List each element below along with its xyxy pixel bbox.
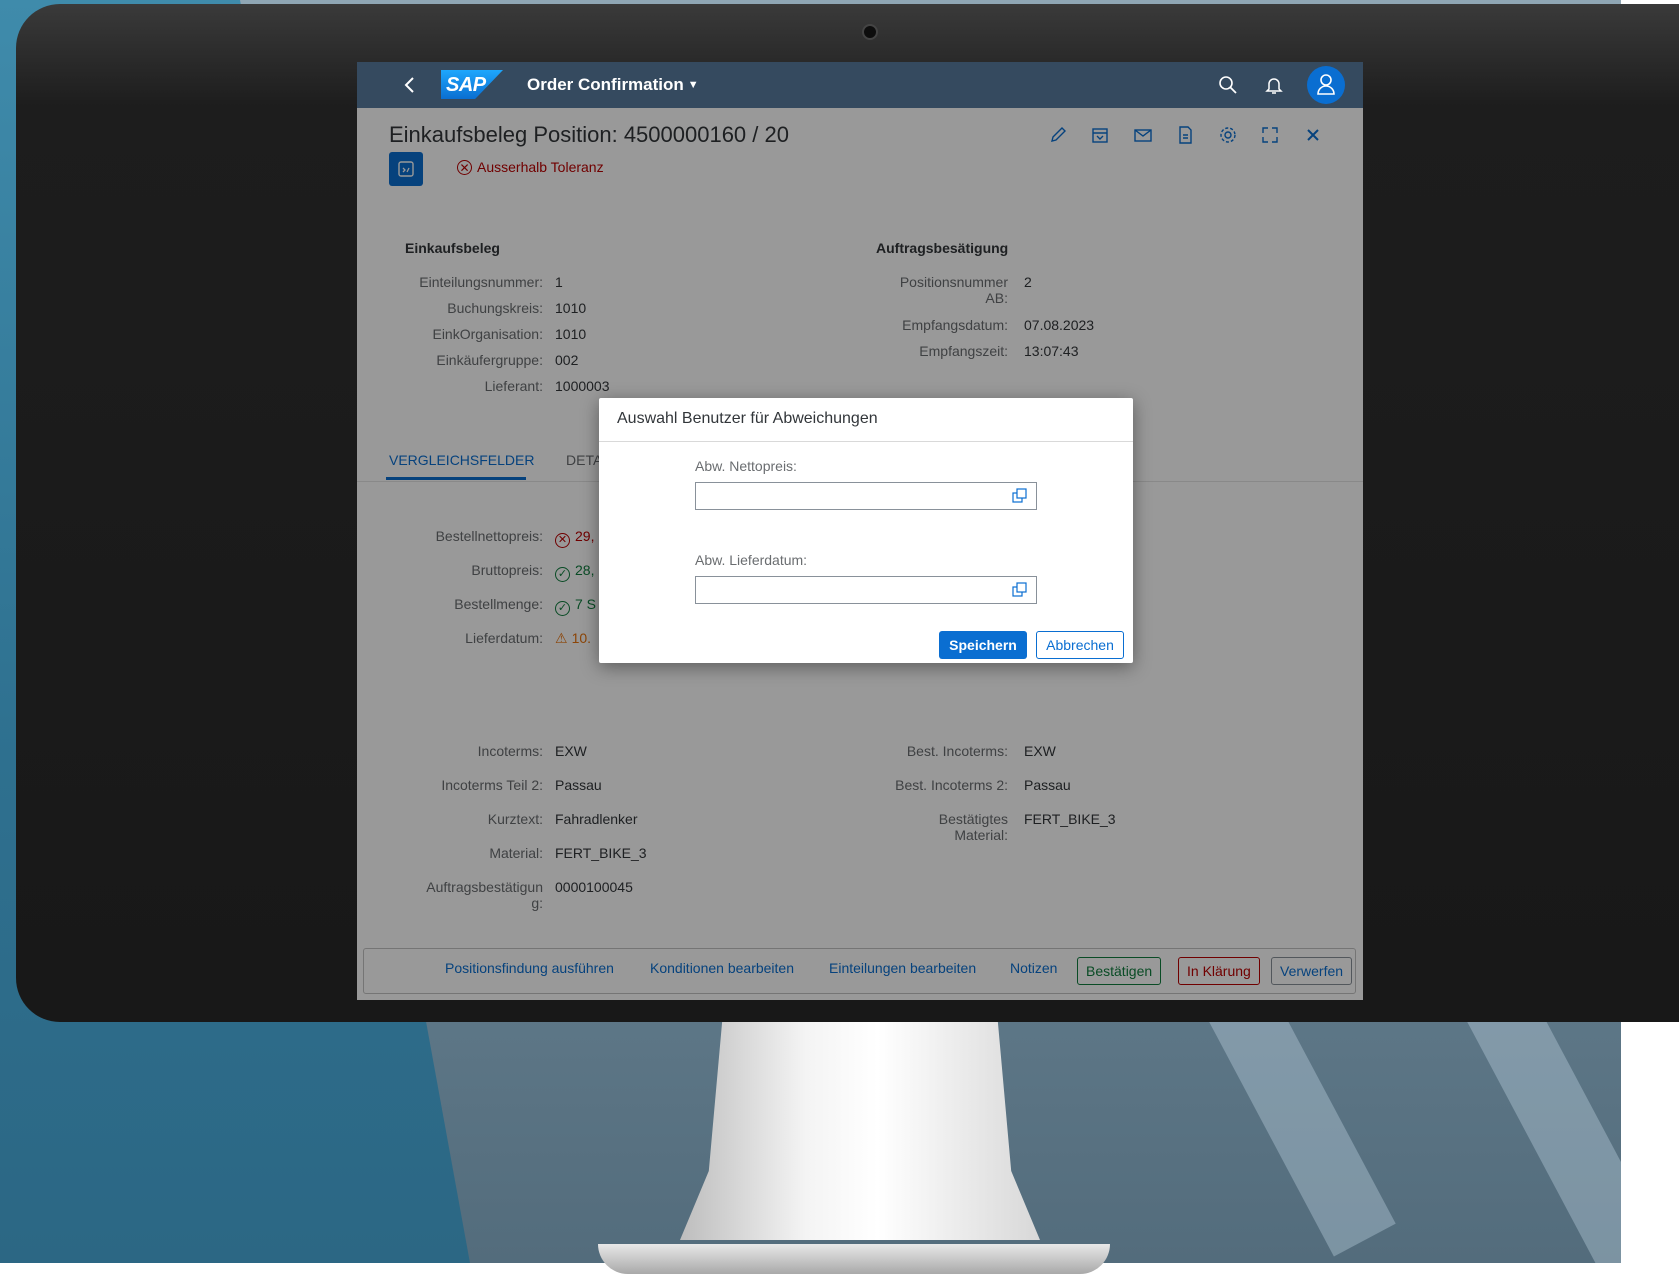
sap-logo[interactable]: SAP — [441, 70, 503, 99]
dialog-title: Auswahl Benutzer für Abweichungen — [617, 410, 878, 427]
nettopreis-label: Abw. Nettopreis: — [695, 458, 797, 474]
nettopreis-input[interactable] — [695, 482, 1037, 510]
monitor-stand — [680, 1010, 1040, 1240]
dialog-header: Auswahl Benutzer für Abweichungen — [599, 398, 1133, 442]
monitor-stand-base — [598, 1244, 1110, 1274]
app-screen: SAP Order Confirmation ▼ Einkaufsbeleg Po… — [357, 62, 1363, 1000]
user-avatar[interactable] — [1307, 66, 1345, 104]
caret-down-icon: ▼ — [687, 79, 699, 91]
shell-bar: SAP Order Confirmation ▼ — [357, 62, 1363, 108]
background-light-streak — [1464, 983, 1621, 1263]
cancel-button[interactable]: Abbrechen — [1036, 631, 1124, 659]
lieferdatum-label: Abw. Lieferdatum: — [695, 552, 808, 568]
notification-bell-icon[interactable] — [1263, 74, 1285, 96]
value-help-icon[interactable] — [1012, 488, 1028, 504]
lieferdatum-input[interactable] — [695, 576, 1037, 604]
deviation-user-dialog: Auswahl Benutzer für Abweichungen Abw. N… — [599, 398, 1133, 663]
app-title: Order Confirmation — [527, 75, 684, 94]
back-icon[interactable] — [397, 72, 423, 98]
monitor-frame: SAP Order Confirmation ▼ Einkaufsbeleg Po… — [16, 4, 1679, 1022]
save-button[interactable]: Speichern — [939, 631, 1027, 659]
search-icon[interactable] — [1217, 74, 1239, 96]
app-title-menu[interactable]: Order Confirmation ▼ — [527, 75, 699, 95]
value-help-icon[interactable] — [1012, 582, 1028, 598]
camera-icon — [862, 24, 878, 40]
